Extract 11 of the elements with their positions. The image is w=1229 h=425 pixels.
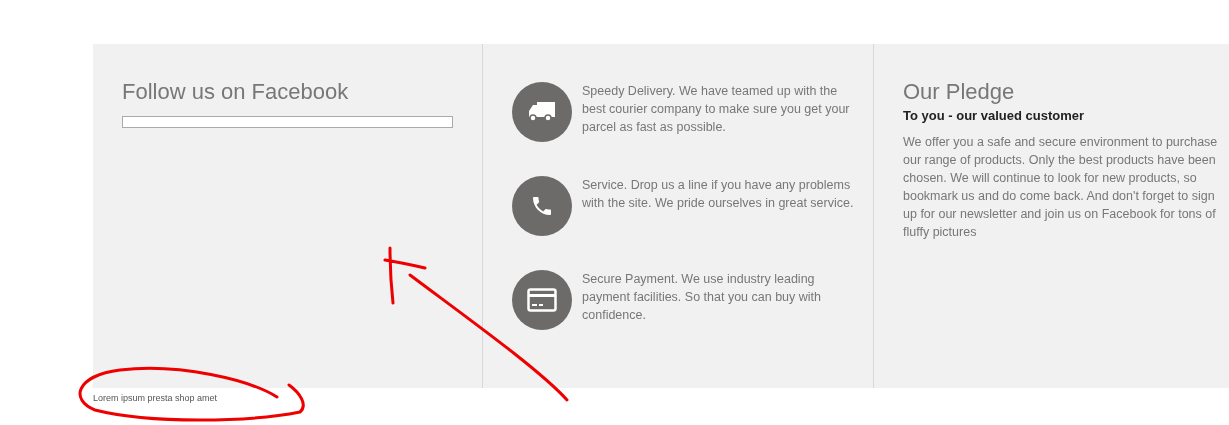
pledge-heading: Our Pledge [903,78,1016,106]
copyright-text: Lorem ipsum presta shop amet [93,392,219,404]
credit-card-icon [527,288,557,312]
phone-icon [530,194,554,218]
pledge-text: We offer you a safe and secure environment to purchase our range of products. Only the best products have been chosen. We will continue to look for new products, so bookmark us and do come back. And don't forget to sign up for our newsletter and join us on Facebook for tons of fluffy pictures [903,134,1219,241]
truck-icon [528,101,556,123]
facebook-heading: Follow us on Facebook [122,78,350,106]
pledge-subheading: To you - our valued customer [903,107,1086,125]
service-description: Secure Payment. We use industry leading payment facilities. So that you can buy with confidence. [582,271,822,324]
service-description: Service. Drop us a line if you have any problems with the site. We pride ourselves in great service. [582,177,855,212]
service-description: Speedy Delivery. We have teamed up with the best courier company to make sure you get your parcel as fast as possible. [582,83,851,136]
